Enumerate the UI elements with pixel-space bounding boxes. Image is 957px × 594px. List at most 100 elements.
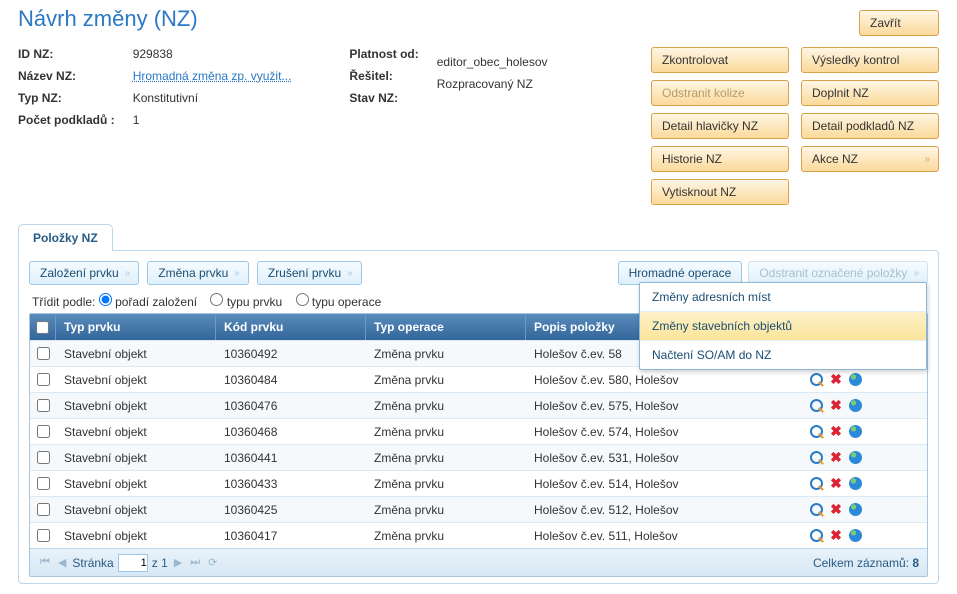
delete-icon[interactable]: ✖: [828, 450, 844, 466]
solver-value: editor_obec_holesov: [437, 55, 548, 69]
doplnit-nz-button[interactable]: Doplnit NZ: [801, 80, 939, 106]
cell-typ: Stavební objekt: [56, 445, 216, 470]
create-item-button[interactable]: Založení prvku»: [29, 261, 139, 285]
close-button[interactable]: Zavřít: [859, 10, 939, 36]
detail-icon[interactable]: [809, 372, 825, 388]
row-checkbox[interactable]: [37, 347, 50, 360]
page-title: Návrh změny (NZ): [18, 6, 939, 32]
detail-hlavi-ky-nz-button[interactable]: Detail hlavičky NZ: [651, 113, 789, 139]
side-button-stack: Zkontrolovat Odstranit kolize Detail hlavi…: [651, 47, 939, 205]
chevron-right-icon: »: [347, 268, 351, 279]
cell-typ: Stavební objekt: [56, 341, 216, 366]
detail-icon[interactable]: [809, 424, 825, 440]
cell-op: Změna prvku: [366, 497, 526, 522]
cell-popis: Holešov č.ev. 511, Holešov: [526, 523, 801, 548]
delete-icon[interactable]: ✖: [828, 424, 844, 440]
delete-icon[interactable]: ✖: [828, 372, 844, 388]
cell-popis: Holešov č.ev. 514, Holešov: [526, 471, 801, 496]
cell-kod: 10360476: [216, 393, 366, 418]
cell-op: Změna prvku: [366, 419, 526, 444]
globe-icon[interactable]: [847, 476, 863, 492]
cell-op: Změna prvku: [366, 341, 526, 366]
delete-icon[interactable]: ✖: [828, 528, 844, 544]
col-op[interactable]: Typ operace: [366, 314, 526, 340]
cell-kod: 10360433: [216, 471, 366, 496]
type-label: Typ NZ:: [18, 91, 115, 105]
count-value: 1: [133, 113, 292, 127]
odstranit-kolize-button[interactable]: Odstranit kolize: [651, 80, 789, 106]
pager-prev-icon[interactable]: ◀: [56, 556, 68, 569]
pager-refresh-icon[interactable]: ⟳: [206, 556, 219, 569]
cell-op: Změna prvku: [366, 393, 526, 418]
globe-icon[interactable]: [847, 398, 863, 414]
dropdown-item[interactable]: Načtení SO/AM do NZ: [640, 341, 926, 369]
table-row: Stavební objekt10360417Změna prvkuHolešo…: [30, 522, 927, 548]
cell-kod: 10360425: [216, 497, 366, 522]
cell-typ: Stavební objekt: [56, 523, 216, 548]
select-all-checkbox[interactable]: [36, 321, 49, 334]
globe-icon[interactable]: [847, 502, 863, 518]
globe-icon[interactable]: [847, 372, 863, 388]
detail-icon[interactable]: [809, 528, 825, 544]
valid-label: Platnost od:: [349, 47, 418, 61]
chevron-right-icon: »: [234, 268, 238, 279]
detail-podklad-nz-button[interactable]: Detail podkladů NZ: [801, 113, 939, 139]
v-sledky-kontrol-button[interactable]: Výsledky kontrol: [801, 47, 939, 73]
cell-typ: Stavební objekt: [56, 471, 216, 496]
name-value[interactable]: Hromadná změna zp. využit...: [133, 69, 292, 83]
change-item-button[interactable]: Změna prvku»: [147, 261, 249, 285]
cell-op: Změna prvku: [366, 523, 526, 548]
id-value: 929838: [133, 47, 292, 61]
sort-opt-op[interactable]: typu operace: [296, 295, 382, 309]
zkontrolovat-button[interactable]: Zkontrolovat: [651, 47, 789, 73]
id-label: ID NZ:: [18, 47, 115, 61]
pager-next-icon[interactable]: ▶: [172, 556, 184, 569]
cell-kod: 10360492: [216, 341, 366, 366]
row-checkbox[interactable]: [37, 529, 50, 542]
cell-popis: Holešov č.ev. 575, Holešov: [526, 393, 801, 418]
cancel-item-button[interactable]: Zrušení prvku»: [257, 261, 362, 285]
sort-opt-type[interactable]: typu prvku: [210, 295, 282, 309]
pager-page-input[interactable]: [118, 554, 148, 572]
delete-icon[interactable]: ✖: [828, 502, 844, 518]
detail-icon[interactable]: [809, 398, 825, 414]
cell-kod: 10360468: [216, 419, 366, 444]
cell-typ: Stavební objekt: [56, 393, 216, 418]
row-checkbox[interactable]: [37, 399, 50, 412]
row-checkbox[interactable]: [37, 373, 50, 386]
count-label: Počet podkladů :: [18, 113, 115, 127]
row-checkbox[interactable]: [37, 477, 50, 490]
dropdown-item[interactable]: Změny stavebních objektů: [640, 312, 926, 341]
tab-polozky-nz[interactable]: Položky NZ: [18, 224, 113, 251]
pager-last-icon[interactable]: ⏭: [188, 556, 202, 569]
detail-icon[interactable]: [809, 450, 825, 466]
pager-first-icon[interactable]: ⏮: [38, 556, 52, 569]
akce-nz-button[interactable]: Akce NZ»: [801, 146, 939, 172]
col-kod[interactable]: Kód prvku: [216, 314, 366, 340]
row-checkbox[interactable]: [37, 503, 50, 516]
globe-icon[interactable]: [847, 424, 863, 440]
detail-icon[interactable]: [809, 502, 825, 518]
col-typ[interactable]: Typ prvku: [56, 314, 216, 340]
dropdown-item[interactable]: Změny adresních míst: [640, 283, 926, 312]
chevron-right-icon: »: [125, 268, 129, 279]
table-row: Stavební objekt10360433Změna prvkuHolešo…: [30, 470, 927, 496]
details-panel: ID NZ: Název NZ: Typ NZ: Počet podkladů …: [18, 47, 651, 205]
detail-icon[interactable]: [809, 476, 825, 492]
cell-typ: Stavební objekt: [56, 497, 216, 522]
historie-nz-button[interactable]: Historie NZ: [651, 146, 789, 172]
globe-icon[interactable]: [847, 450, 863, 466]
globe-icon[interactable]: [847, 528, 863, 544]
tab-panel: Založení prvku» Změna prvku» Zrušení prv…: [18, 250, 939, 584]
delete-icon[interactable]: ✖: [828, 398, 844, 414]
row-checkbox[interactable]: [37, 425, 50, 438]
pager: ⏮ ◀ Stránka z 1 ▶ ⏭ ⟳ Celkem záznamů: 8: [30, 548, 927, 576]
vytisknout-nz-button[interactable]: Vytisknout NZ: [651, 179, 789, 205]
name-label: Název NZ:: [18, 69, 115, 83]
row-checkbox[interactable]: [37, 451, 50, 464]
cell-kod: 10360484: [216, 367, 366, 392]
delete-icon[interactable]: ✖: [828, 476, 844, 492]
chevron-right-icon: »: [913, 268, 917, 279]
cell-op: Změna prvku: [366, 367, 526, 392]
sort-opt-order[interactable]: pořadí založení: [99, 295, 197, 309]
